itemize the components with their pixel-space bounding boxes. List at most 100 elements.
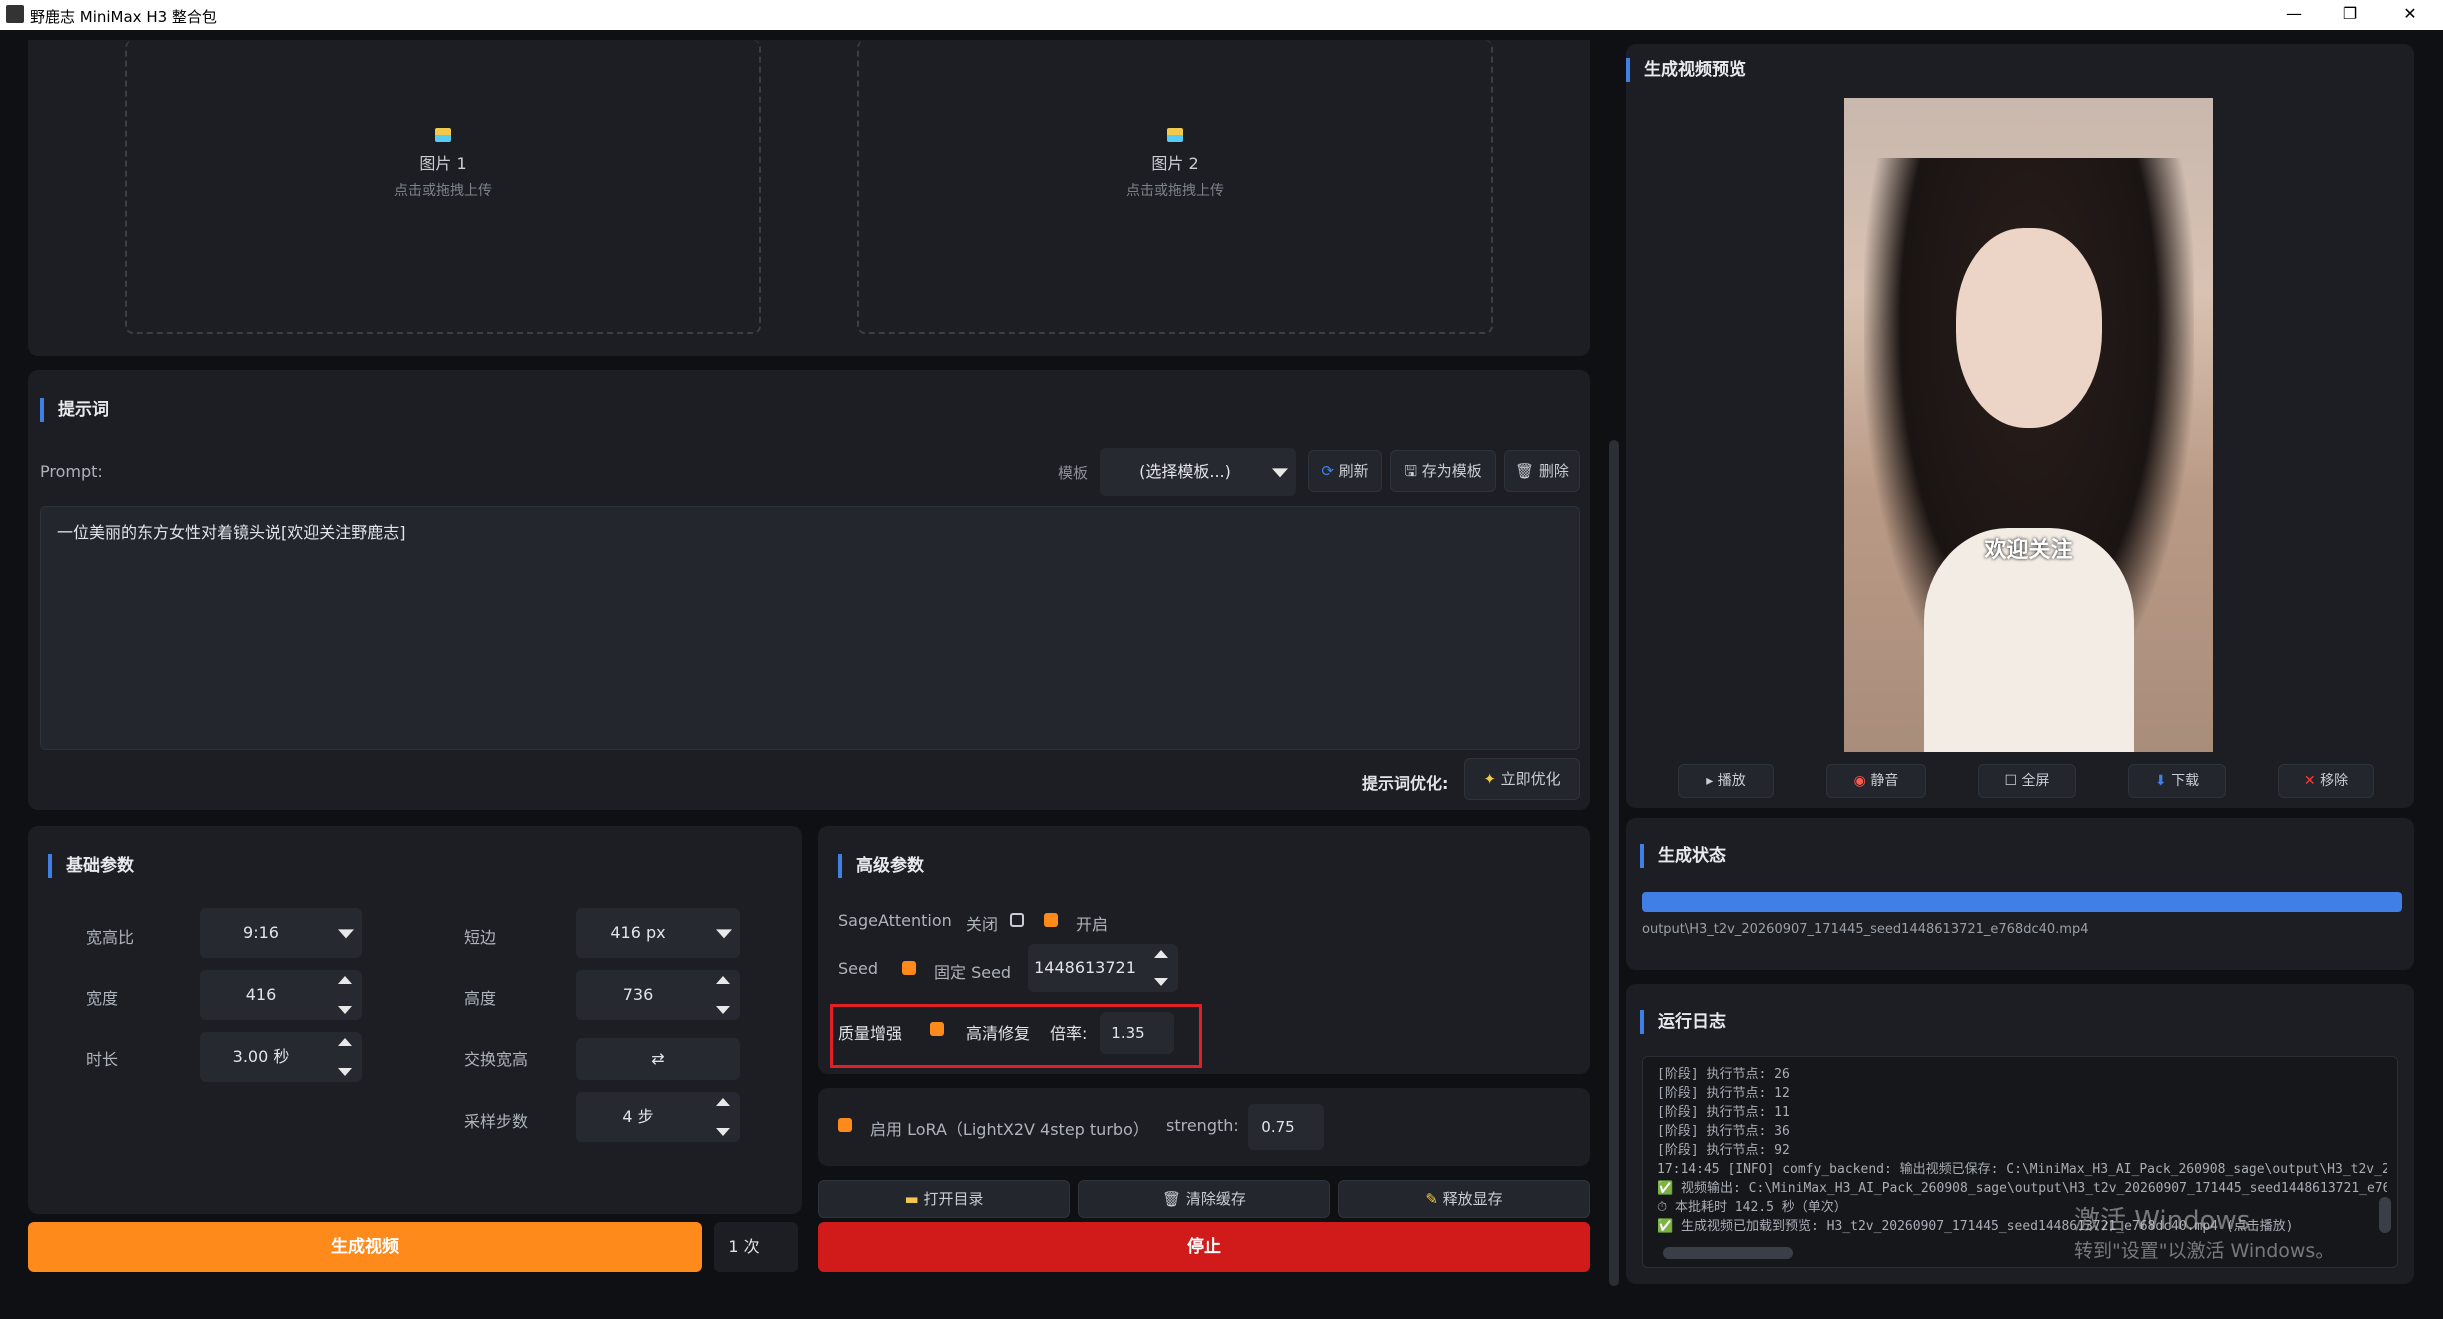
prompt-text: 一位美丽的东方女性对着镜头说[欢迎关注野鹿志] xyxy=(57,523,406,542)
mute-button[interactable]: ◉ 静音 xyxy=(1826,764,1926,798)
release-vram-button[interactable]: ✎ 释放显存 xyxy=(1338,1180,1590,1218)
log-lines: [阶段] 执行节点: 26 [阶段] 执行节点: 12 [阶段] 执行节点: 11 [… xyxy=(1657,1065,2387,1236)
image-1-dropzone[interactable]: 图片 1 点击或拖拽上传 xyxy=(125,40,761,334)
image-1-hint: 点击或拖拽上传 xyxy=(394,183,492,199)
progress-track xyxy=(1642,892,2402,912)
minimize-button[interactable]: — xyxy=(2266,0,2322,30)
play-button[interactable]: ▸ 播放 xyxy=(1678,764,1774,798)
lora-panel: 启用 LoRA（LightX2V 4step turbo） strength: … xyxy=(818,1088,1590,1166)
title-bar: 野鹿志 MiniMax H3 整合包 — ❐ ✕ xyxy=(0,0,2443,30)
generate-video-button[interactable]: 生成视频 xyxy=(28,1222,702,1272)
strength-spinbox[interactable]: 0.75 xyxy=(1248,1104,1324,1150)
stepper-arrows[interactable] xyxy=(1150,944,1170,992)
seed-spinbox[interactable]: 1448613721 xyxy=(1028,944,1178,992)
log-horizontal-scrollbar[interactable] xyxy=(1663,1247,1793,1259)
image-icon xyxy=(435,128,451,142)
basic-params-panel: 基础参数 宽高比 9:16 短边 416 px 宽度 416 高度 736 时长… xyxy=(28,826,802,1214)
main-scrollbar[interactable] xyxy=(1609,440,1619,1286)
stepper-arrows[interactable] xyxy=(334,1032,354,1082)
log-line: [阶段] 执行节点: 12 xyxy=(1657,1086,1790,1101)
short-side-select[interactable]: 416 px xyxy=(576,908,740,958)
width-label: 宽度 xyxy=(86,989,119,1008)
quality-label: 质量增强 xyxy=(838,1024,903,1043)
stepper-arrows[interactable] xyxy=(712,1092,732,1142)
lora-label: 启用 LoRA（LightX2V 4step turbo） xyxy=(870,1120,1149,1139)
sage-on-radio[interactable] xyxy=(1044,913,1058,927)
close-button[interactable]: ✕ xyxy=(2382,0,2438,30)
delete-template-button[interactable]: 🗑 删除 xyxy=(1504,450,1580,492)
speaker-icon: ◉ xyxy=(1853,773,1866,789)
play-icon: ▸ xyxy=(1706,773,1714,789)
hires-fix-checkbox[interactable] xyxy=(930,1022,944,1036)
status-panel: 生成状态 output\H3_t2v_20260907_171445_seed1… xyxy=(1626,818,2414,970)
download-button[interactable]: ⬇ 下载 xyxy=(2128,764,2226,798)
broom-icon: ✎ xyxy=(1425,1190,1438,1208)
optimize-label: 提示词优化: xyxy=(1362,774,1449,793)
swap-button[interactable]: ⇄ xyxy=(576,1038,740,1080)
aspect-select[interactable]: 9:16 xyxy=(200,908,362,958)
short-side-label: 短边 xyxy=(464,928,497,947)
sage-attention-label: SageAttention xyxy=(838,911,952,930)
fullscreen-button[interactable]: ☐ 全屏 xyxy=(1978,764,2076,798)
video-preview[interactable]: 欢迎关注 xyxy=(1844,98,2213,752)
folder-icon: ▬ xyxy=(904,1190,919,1208)
restore-button[interactable]: ❐ xyxy=(2322,0,2378,30)
batch-count-spinbox[interactable]: 1 次 xyxy=(714,1222,798,1272)
image-2-dropzone[interactable]: 图片 2 点击或拖拽上传 xyxy=(857,40,1493,334)
steps-spinbox[interactable]: 4 步 xyxy=(576,1092,740,1142)
open-dir-button[interactable]: ▬ 打开目录 xyxy=(818,1180,1070,1218)
refresh-template-button[interactable]: ⟳ 刷新 xyxy=(1308,450,1382,492)
activation-watermark-hint: 转到"设置"以激活 Windows。 xyxy=(2074,1240,2335,1262)
trash-icon: 🗑 xyxy=(1162,1190,1182,1208)
basic-section-title: 基础参数 xyxy=(48,854,134,878)
image-1-label: 图片 1 xyxy=(419,154,467,173)
preview-section-title: 生成视频预览 xyxy=(1626,58,1746,82)
height-label: 高度 xyxy=(464,989,497,1008)
sage-off-radio[interactable] xyxy=(1010,913,1024,927)
height-spinbox[interactable]: 736 xyxy=(576,970,740,1020)
advanced-section-title: 高级参数 xyxy=(838,854,924,878)
remove-button[interactable]: ✕ 移除 xyxy=(2278,764,2374,798)
output-path: output\H3_t2v_20260907_171445_seed144861… xyxy=(1642,922,2089,937)
fixed-seed-label: 固定 Seed xyxy=(934,963,1012,982)
width-spinbox[interactable]: 416 xyxy=(200,970,362,1020)
advanced-params-panel: 高级参数 SageAttention 关闭 开启 Seed 固定 Seed 14… xyxy=(818,826,1590,1074)
stop-button[interactable]: 停止 xyxy=(818,1222,1590,1272)
log-vertical-scrollbar[interactable] xyxy=(2379,1197,2391,1233)
stepper-arrows[interactable] xyxy=(712,970,732,1020)
download-icon: ⬇ xyxy=(2154,773,2167,789)
template-label: 模板 xyxy=(1058,464,1089,482)
log-line: ⏱ 本批耗时 142.5 秒（单次） xyxy=(1657,1200,1847,1215)
video-caption: 欢迎关注 xyxy=(1984,538,2073,563)
fixed-seed-checkbox[interactable] xyxy=(902,961,916,975)
sage-on-label: 开启 xyxy=(1076,915,1109,934)
log-line: ✅ 视频输出: C:\MiniMax_H3_AI_Pack_260908_sag… xyxy=(1657,1181,2387,1196)
duration-spinbox[interactable]: 3.00 秒 xyxy=(200,1032,362,1082)
prompt-textarea[interactable]: 一位美丽的东方女性对着镜头说[欢迎关注野鹿志] xyxy=(40,506,1580,750)
image-2-label: 图片 2 xyxy=(1151,154,1199,173)
prompt-section-title: 提示词 xyxy=(40,398,109,422)
ratio-spinbox[interactable]: 1.35 xyxy=(1100,1012,1174,1054)
image-2-hint: 点击或拖拽上传 xyxy=(1126,183,1224,199)
log-section-title: 运行日志 xyxy=(1640,1010,1726,1034)
log-line: ✅ 生成视频已加载到预览: H3_t2v_20260907_171445_see… xyxy=(1657,1219,2294,1234)
aspect-label: 宽高比 xyxy=(86,928,135,947)
refresh-icon: ⟳ xyxy=(1321,462,1334,480)
chevron-down-icon xyxy=(338,929,354,939)
fullscreen-icon: ☐ xyxy=(2004,773,2018,789)
save-template-button[interactable]: 🖫 存为模板 xyxy=(1390,450,1496,492)
image-icon xyxy=(1167,128,1183,142)
log-line: [阶段] 执行节点: 36 xyxy=(1657,1124,1790,1139)
prompt-panel: 提示词 Prompt: 模板 (选择模板...) ⟳ 刷新 🖫 存为模板 🗑 删… xyxy=(28,370,1590,810)
log-line: [阶段] 执行节点: 92 xyxy=(1657,1143,1790,1158)
clear-cache-button[interactable]: 🗑 清除缓存 xyxy=(1078,1180,1330,1218)
progress-fill xyxy=(1642,892,2402,912)
swap-icon: ⇄ xyxy=(651,1049,665,1068)
swap-label: 交换宽高 xyxy=(464,1050,529,1069)
optimize-button[interactable]: ✦ 立即优化 xyxy=(1464,758,1580,800)
activation-watermark-title: 激活 Windows xyxy=(2074,1206,2251,1236)
lora-checkbox[interactable] xyxy=(838,1118,852,1132)
stepper-arrows[interactable] xyxy=(334,970,354,1020)
duration-label: 时长 xyxy=(86,1050,119,1069)
template-select[interactable]: (选择模板...) xyxy=(1100,448,1296,496)
